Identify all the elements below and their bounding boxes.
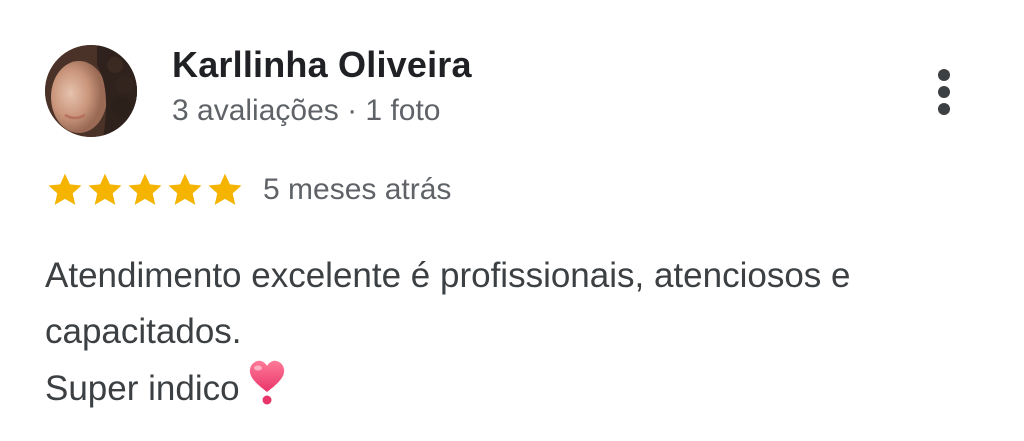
star-icon	[125, 170, 165, 210]
reviewer-name[interactable]: Karllinha Oliveira	[172, 44, 472, 86]
more-vertical-icon	[938, 69, 950, 115]
avatar-photo-icon	[45, 45, 137, 137]
review-text-line-content: Super indico	[45, 369, 240, 408]
pink-heart-exclamation-icon	[248, 360, 286, 423]
review-card: Karllinha Oliveira 3 avaliações · 1 foto…	[0, 0, 1024, 441]
rating-row: 5 meses atrás	[45, 168, 451, 212]
more-options-button[interactable]	[922, 60, 966, 124]
reviewer-stats: 3 avaliações · 1 foto	[172, 94, 441, 127]
review-text-line: capacitados.	[45, 312, 242, 351]
star-icon	[85, 170, 125, 210]
reviewer-avatar[interactable]	[45, 45, 137, 137]
star-icon	[45, 170, 85, 210]
review-text-line: Atendimento excelente é profissionais, a…	[45, 256, 851, 295]
star-icon	[165, 170, 205, 210]
review-date: 5 meses atrás	[263, 173, 452, 206]
review-text-line: Super indico	[45, 360, 985, 423]
star-icon	[205, 170, 245, 210]
star-rating	[45, 170, 245, 210]
review-text: Atendimento excelente é profissionais, a…	[45, 248, 985, 423]
